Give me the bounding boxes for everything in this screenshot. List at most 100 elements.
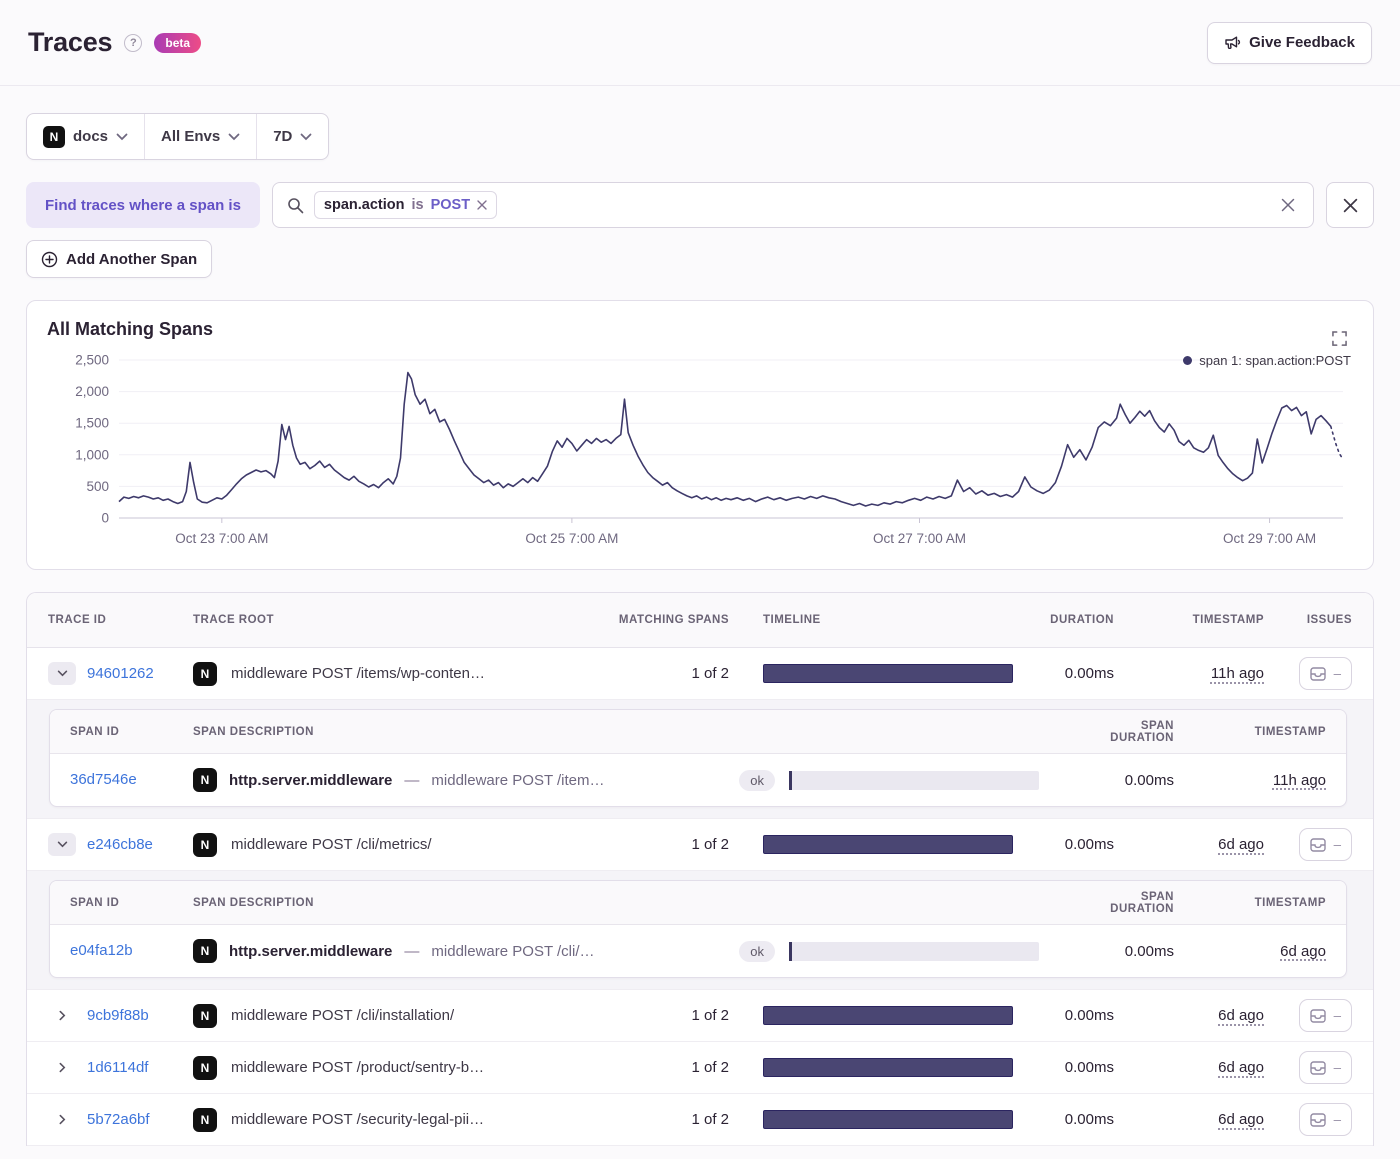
trace-row[interactable]: 5b72a6bf N middleware POST /security-leg…	[27, 1094, 1373, 1146]
nextjs-icon: N	[193, 832, 217, 857]
chevron-down-icon	[228, 133, 240, 140]
plus-circle-icon	[41, 251, 58, 267]
add-another-span-button[interactable]: Add Another Span	[26, 240, 213, 278]
separator-dash: —	[404, 771, 420, 789]
chart-title: All Matching Spans	[47, 319, 214, 339]
issues-button[interactable]: –	[1298, 1051, 1352, 1084]
matching-spans-count: 1 of 2	[691, 836, 729, 853]
issues-icon	[1309, 837, 1326, 852]
trace-root-text: middleware POST /cli/metrics/	[231, 836, 432, 853]
col-header-trace-root: TRACE ROOT	[193, 614, 275, 626]
col-header-span-duration: SPAN DURATION	[1110, 719, 1174, 744]
page-header: Traces ? beta Give Feedback	[0, 0, 1400, 86]
span-id-link[interactable]: e04fa12b	[70, 942, 133, 959]
trace-duration: 0.00ms	[1064, 836, 1114, 853]
trace-timeline-bar	[763, 1006, 1013, 1025]
trace-timestamp[interactable]: 6d ago	[1218, 1007, 1264, 1024]
issues-count: –	[1333, 837, 1341, 852]
expand-chart-button[interactable]	[1328, 327, 1351, 350]
col-header-timestamp: TIMESTAMP	[1192, 614, 1264, 626]
trace-id-link[interactable]: 5b72a6bf	[87, 1111, 150, 1128]
span-table-header: SPAN ID SPAN DESCRIPTION SPAN DURATION T…	[50, 881, 1346, 925]
filter-token-span-action[interactable]: span.action is POST	[313, 191, 498, 219]
trace-id-link[interactable]: 94601262	[87, 665, 154, 682]
col-header-timeline: TIMELINE	[763, 614, 821, 626]
span-timestamp[interactable]: 6d ago	[1280, 943, 1326, 960]
trace-timestamp[interactable]: 6d ago	[1218, 836, 1264, 853]
token-remove-icon[interactable]	[477, 200, 487, 210]
span-description-text: middleware POST /cli/…	[431, 942, 595, 960]
issues-icon	[1309, 1060, 1326, 1075]
project-selector-label: docs	[73, 128, 109, 145]
span-duration: 0.00ms	[1124, 771, 1174, 789]
col-header-span-description: SPAN DESCRIPTION	[193, 725, 314, 738]
issues-icon	[1309, 1008, 1326, 1023]
svg-text:1,500: 1,500	[75, 416, 109, 431]
chevron-down-icon	[116, 133, 128, 140]
remove-span-condition-button[interactable]	[1326, 182, 1374, 228]
issues-button[interactable]: –	[1298, 828, 1352, 861]
span-operation: http.server.middleware	[229, 942, 393, 960]
date-range-selector[interactable]: 7D	[256, 114, 328, 159]
give-feedback-button[interactable]: Give Feedback	[1207, 21, 1372, 64]
issues-button[interactable]: –	[1298, 1103, 1352, 1136]
span-row[interactable]: 36d7546e N http.server.middleware — midd…	[50, 754, 1346, 806]
chevron-right-icon	[59, 1010, 65, 1021]
span-row[interactable]: e04fa12b N http.server.middleware — midd…	[50, 925, 1346, 977]
svg-text:Oct 29 7:00 AM: Oct 29 7:00 AM	[1223, 531, 1316, 546]
expanded-spans-region: SPAN ID SPAN DESCRIPTION SPAN DURATION T…	[27, 871, 1373, 990]
trace-timestamp[interactable]: 6d ago	[1218, 1111, 1264, 1128]
date-range-label: 7D	[273, 128, 293, 145]
trace-row[interactable]: 1d6114df N middleware POST /product/sent…	[27, 1042, 1373, 1094]
span-description-text: middleware POST /item…	[431, 771, 605, 789]
trace-timeline-bar	[763, 1110, 1013, 1129]
separator-dash: —	[404, 942, 420, 960]
trace-timestamp[interactable]: 6d ago	[1218, 1059, 1264, 1076]
fullscreen-icon	[1332, 331, 1347, 346]
span-timeline-marker	[789, 941, 792, 961]
project-selector[interactable]: N docs	[27, 114, 144, 159]
span-timestamp[interactable]: 11h ago	[1273, 772, 1326, 789]
span-status-badge: ok	[739, 940, 775, 962]
expand-row-button[interactable]	[48, 1062, 76, 1073]
span-search-input[interactable]: span.action is POST	[271, 182, 1314, 228]
trace-timestamp[interactable]: 11h ago	[1211, 665, 1264, 682]
issues-button[interactable]: –	[1298, 657, 1352, 690]
trace-root-text: middleware POST /cli/installation/	[231, 1007, 455, 1024]
token-operator: is	[411, 197, 424, 213]
trace-row[interactable]: 94601262 N middleware POST /items/wp-con…	[27, 648, 1373, 700]
trace-root-text: middleware POST /security-legal-pii…	[231, 1111, 485, 1128]
legend-dot	[1183, 356, 1193, 365]
chevron-down-icon	[57, 841, 67, 848]
trace-root-text: middleware POST /product/sentry-b…	[231, 1059, 485, 1076]
trace-id-link[interactable]: e246cb8e	[87, 836, 153, 853]
span-id-link[interactable]: 36d7546e	[70, 771, 137, 788]
col-header-span-timestamp: TIMESTAMP	[1254, 896, 1326, 909]
collapse-row-button[interactable]	[48, 662, 76, 685]
col-header-span-id: SPAN ID	[70, 896, 120, 909]
chevron-down-icon	[57, 670, 67, 677]
trace-id-link[interactable]: 9cb9f88b	[87, 1007, 149, 1024]
svg-text:2,000: 2,000	[75, 384, 109, 399]
span-duration: 0.00ms	[1124, 942, 1174, 960]
clear-search-button[interactable]	[1277, 194, 1299, 216]
expanded-spans-region: SPAN ID SPAN DESCRIPTION SPAN DURATION T…	[27, 700, 1373, 819]
environment-selector[interactable]: All Envs	[144, 114, 256, 159]
trace-row[interactable]: e246cb8e N middleware POST /cli/metrics/…	[27, 819, 1373, 871]
trace-timeline-bar	[763, 664, 1013, 683]
spans-line-chart: 0 500 1,000 1,500 2,000 2,500 Oct 23 7:00 AM Oc…	[75, 353, 1344, 546]
issues-icon	[1309, 666, 1326, 681]
chart-legend-item[interactable]: span 1: span.action:POST	[1183, 353, 1351, 368]
collapse-row-button[interactable]	[48, 833, 76, 856]
issues-button[interactable]: –	[1298, 999, 1352, 1032]
page-title: Traces	[28, 27, 113, 57]
matching-spans-count: 1 of 2	[691, 1007, 729, 1024]
trace-id-link[interactable]: 1d6114df	[87, 1059, 148, 1076]
expand-row-button[interactable]	[48, 1114, 76, 1125]
help-icon[interactable]: ?	[124, 33, 143, 52]
svg-text:0: 0	[101, 511, 109, 526]
expand-row-button[interactable]	[48, 1010, 76, 1021]
trace-row[interactable]: 9cb9f88b N middleware POST /cli/installa…	[27, 990, 1373, 1042]
svg-text:2,500: 2,500	[75, 353, 109, 368]
chevron-right-icon	[59, 1114, 65, 1125]
